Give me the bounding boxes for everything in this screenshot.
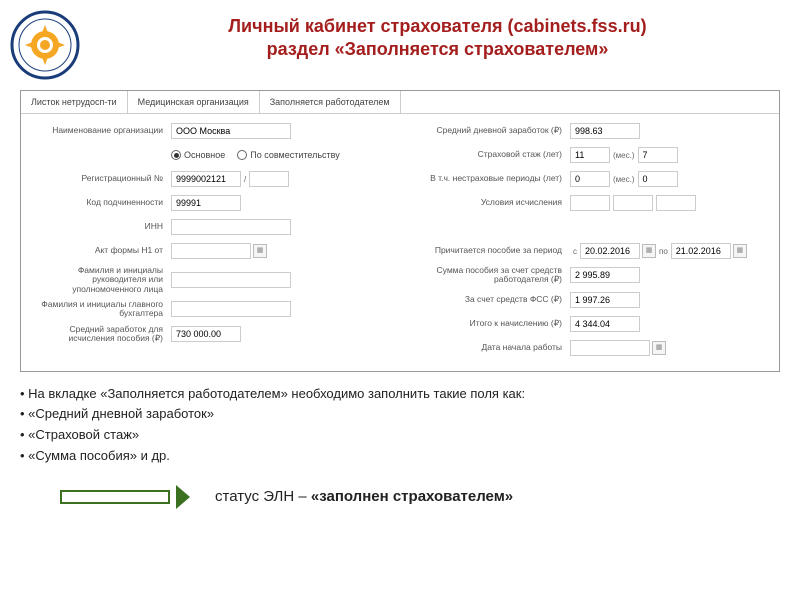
bullet-1: На вкладке «Заполняется работодателем» н… bbox=[20, 384, 780, 405]
slide-title: Личный кабинет страхователя (cabinets.fs… bbox=[95, 10, 780, 62]
sum-fss-label: За счет средств ФСС (₽) bbox=[410, 295, 570, 304]
stazh-label: Страховой стаж (лет) bbox=[410, 150, 570, 159]
inn-input[interactable] bbox=[171, 219, 291, 235]
status-row: статус ЭЛН – «заполнен страхователем» bbox=[60, 487, 780, 507]
radio-main-dot[interactable] bbox=[171, 150, 181, 160]
arrow-icon bbox=[60, 487, 190, 507]
calendar-icon[interactable]: ▦ bbox=[253, 244, 267, 258]
stazh-months-input[interactable]: 7 bbox=[638, 147, 678, 163]
form-body: Наименование организации ООО Москва Осно… bbox=[21, 114, 779, 371]
sum-emp-input[interactable]: 2 995.89 bbox=[570, 267, 640, 283]
code-label: Код подчиненности bbox=[31, 198, 171, 207]
cond-input-1[interactable] bbox=[570, 195, 610, 211]
akt-date-input[interactable] bbox=[171, 243, 251, 259]
title-line-2: раздел «Заполняется страхователем» bbox=[95, 38, 780, 61]
date-to-input[interactable]: 21.02.2016 bbox=[671, 243, 731, 259]
inn-label: ИНН bbox=[31, 222, 171, 231]
calendar-icon[interactable]: ▦ bbox=[652, 341, 666, 355]
right-column: Средний дневной заработок (₽) 998.63 Стр… bbox=[410, 122, 769, 363]
date-from-input[interactable]: 20.02.2016 bbox=[580, 243, 640, 259]
employment-type-radio[interactable]: Основное По совместительству bbox=[171, 150, 340, 160]
to-lbl: по bbox=[659, 247, 668, 256]
daily-input[interactable]: 998.63 bbox=[570, 123, 640, 139]
calendar-icon[interactable]: ▦ bbox=[642, 244, 656, 258]
tab-disability-sheet[interactable]: Листок нетрудосп-ти bbox=[21, 91, 128, 113]
nonins-label: В т.ч. нестраховые периоды (лет) bbox=[410, 174, 570, 183]
stazh-years-input[interactable]: 11 bbox=[570, 147, 610, 163]
form-screenshot: Листок нетрудосп-ти Медицинская организа… bbox=[20, 90, 780, 372]
reg-num-input-2[interactable] bbox=[249, 171, 289, 187]
slash: / bbox=[244, 175, 246, 184]
status-text: статус ЭЛН – «заполнен страхователем» bbox=[215, 488, 513, 505]
fss-logo bbox=[10, 10, 80, 80]
nonins-months-input[interactable]: 0 bbox=[638, 171, 678, 187]
bullet-2: «Средний дневной заработок» bbox=[20, 404, 780, 425]
bullet-list: На вкладке «Заполняется работодателем» н… bbox=[20, 384, 780, 467]
total-input[interactable]: 4 344.04 bbox=[570, 316, 640, 332]
cond-label: Условия исчисления bbox=[410, 198, 570, 207]
code-input[interactable]: 99991 bbox=[171, 195, 241, 211]
tab-med-org[interactable]: Медицинская организация bbox=[128, 91, 260, 113]
buh-input[interactable] bbox=[171, 301, 291, 317]
daily-label: Средний дневной заработок (₽) bbox=[410, 126, 570, 135]
slide-header: Личный кабинет страхователя (cabinets.fs… bbox=[0, 0, 800, 85]
avg-label: Средний заработок для исчисления пособия… bbox=[31, 325, 171, 344]
title-line-1: Личный кабинет страхователя (cabinets.fs… bbox=[95, 15, 780, 38]
radio-main-label: Основное bbox=[184, 150, 225, 160]
radio-sec-dot[interactable] bbox=[237, 150, 247, 160]
sum-fss-input[interactable]: 1 997.26 bbox=[570, 292, 640, 308]
benefit-label: Причитается пособие за период bbox=[410, 246, 570, 255]
start-date-input[interactable] bbox=[570, 340, 650, 356]
mes-label-2: (мес.) bbox=[613, 175, 635, 184]
org-name-label: Наименование организации bbox=[31, 126, 171, 135]
sum-emp-label: Сумма пособия за счет средств работодате… bbox=[410, 266, 570, 285]
status-prefix: статус ЭЛН – bbox=[215, 488, 311, 505]
from-lbl: с bbox=[573, 247, 577, 256]
start-label: Дата начала работы bbox=[410, 343, 570, 352]
tab-employer-fill[interactable]: Заполняется работодателем bbox=[260, 91, 401, 113]
cond-input-3[interactable] bbox=[656, 195, 696, 211]
total-label: Итого к начислению (₽) bbox=[410, 319, 570, 328]
bullet-3: «Страховой стаж» bbox=[20, 425, 780, 446]
radio-sec-label: По совместительству bbox=[250, 150, 339, 160]
nonins-years-input[interactable]: 0 bbox=[570, 171, 610, 187]
avg-input[interactable]: 730 000.00 bbox=[171, 326, 241, 342]
org-name-input[interactable]: ООО Москва bbox=[171, 123, 291, 139]
akt-label: Акт формы Н1 от bbox=[31, 246, 171, 255]
cond-input-2[interactable] bbox=[613, 195, 653, 211]
reg-num-input[interactable]: 9999002121 bbox=[171, 171, 241, 187]
tab-bar: Листок нетрудосп-ти Медицинская организа… bbox=[21, 91, 779, 114]
fio-input[interactable] bbox=[171, 272, 291, 288]
status-value: «заполнен страхователем» bbox=[311, 488, 513, 505]
reg-num-label: Регистрационный № bbox=[31, 174, 171, 183]
calendar-icon[interactable]: ▦ bbox=[733, 244, 747, 258]
mes-label-1: (мес.) bbox=[613, 151, 635, 160]
left-column: Наименование организации ООО Москва Осно… bbox=[31, 122, 390, 363]
fio-label: Фамилия и инициалы руководителя или упол… bbox=[31, 266, 171, 294]
bullet-4: «Сумма пособия» и др. bbox=[20, 446, 780, 467]
buh-label: Фамилия и инициалы главного бухгалтера bbox=[31, 300, 171, 319]
